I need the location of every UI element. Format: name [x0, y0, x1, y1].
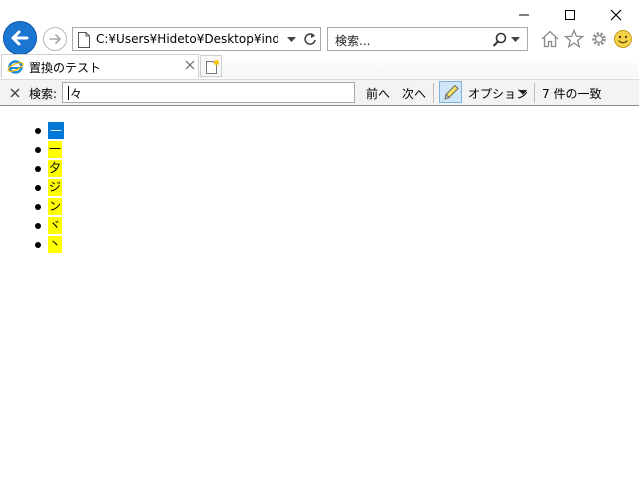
- highlighted-match: ヾ: [48, 217, 63, 234]
- maximize-icon: [565, 10, 575, 20]
- address-url: C:¥Users¥Hideto¥Desktop¥index.ht: [96, 32, 278, 46]
- bullet: [35, 204, 41, 210]
- search-box[interactable]: 検索...: [327, 27, 528, 51]
- separator: [534, 83, 535, 103]
- find-bar: 検索: 々 前へ 次へ オプション 7 件の一致: [0, 79, 639, 106]
- bullet: [35, 166, 41, 172]
- highlighter-icon: [444, 84, 459, 100]
- text-caret: [68, 86, 69, 100]
- highlighted-match: 一: [48, 141, 63, 158]
- tab-title: 置換のテスト: [29, 61, 102, 75]
- previous-button[interactable]: 前へ: [366, 85, 390, 102]
- match-count: 7 件の一致: [542, 87, 602, 101]
- find-close-icon[interactable]: [10, 88, 20, 98]
- highlighted-match: ン: [48, 198, 63, 215]
- highlighted-match: 丶: [48, 236, 63, 253]
- new-tab-button[interactable]: [200, 55, 222, 77]
- magnifier-icon[interactable]: [492, 32, 508, 48]
- forward-button[interactable]: [43, 27, 67, 51]
- favorites-star-icon[interactable]: [564, 29, 584, 49]
- refresh-icon[interactable]: [303, 32, 317, 46]
- highlight-toggle-button[interactable]: [439, 81, 462, 103]
- new-tab-icon: [206, 60, 219, 74]
- bullet: [35, 147, 41, 153]
- maximize-button[interactable]: [547, 0, 593, 30]
- separator: [433, 83, 434, 103]
- find-query: 々: [70, 87, 83, 101]
- address-bar[interactable]: C:¥Users¥Hideto¥Desktop¥index.ht: [72, 27, 321, 51]
- find-label: 検索:: [29, 87, 58, 101]
- bullet: [35, 242, 41, 248]
- minimize-icon: [519, 14, 529, 16]
- tab-close-icon[interactable]: [185, 60, 195, 70]
- back-arrow-icon: [11, 30, 29, 46]
- find-input[interactable]: 々: [62, 82, 355, 103]
- ie-logo-icon: [7, 60, 24, 74]
- close-icon: [610, 9, 622, 21]
- bullet: [35, 185, 41, 191]
- back-button[interactable]: [3, 21, 37, 55]
- forward-arrow-icon: [49, 34, 61, 44]
- page-icon: [78, 32, 90, 48]
- tab-active[interactable]: 置換のテスト: [1, 54, 199, 78]
- address-dropdown-icon[interactable]: [287, 37, 296, 43]
- next-button[interactable]: 次へ: [402, 85, 426, 102]
- search-dropdown-icon[interactable]: [511, 37, 520, 43]
- bullet: [35, 128, 41, 134]
- options-dropdown-icon[interactable]: [519, 90, 527, 95]
- tab-row: 置換のテスト: [0, 54, 639, 78]
- highlighted-match: —: [48, 122, 64, 139]
- minimize-button[interactable]: [501, 0, 547, 30]
- smiley-feedback-icon[interactable]: [613, 29, 633, 49]
- highlighted-match: ジ: [48, 179, 63, 196]
- bullet: [35, 223, 41, 229]
- highlighted-match: 夕: [48, 160, 63, 177]
- settings-gear-icon[interactable]: [589, 29, 609, 49]
- close-window-button[interactable]: [593, 0, 639, 30]
- search-placeholder: 検索...: [335, 34, 371, 48]
- home-icon[interactable]: [540, 29, 560, 49]
